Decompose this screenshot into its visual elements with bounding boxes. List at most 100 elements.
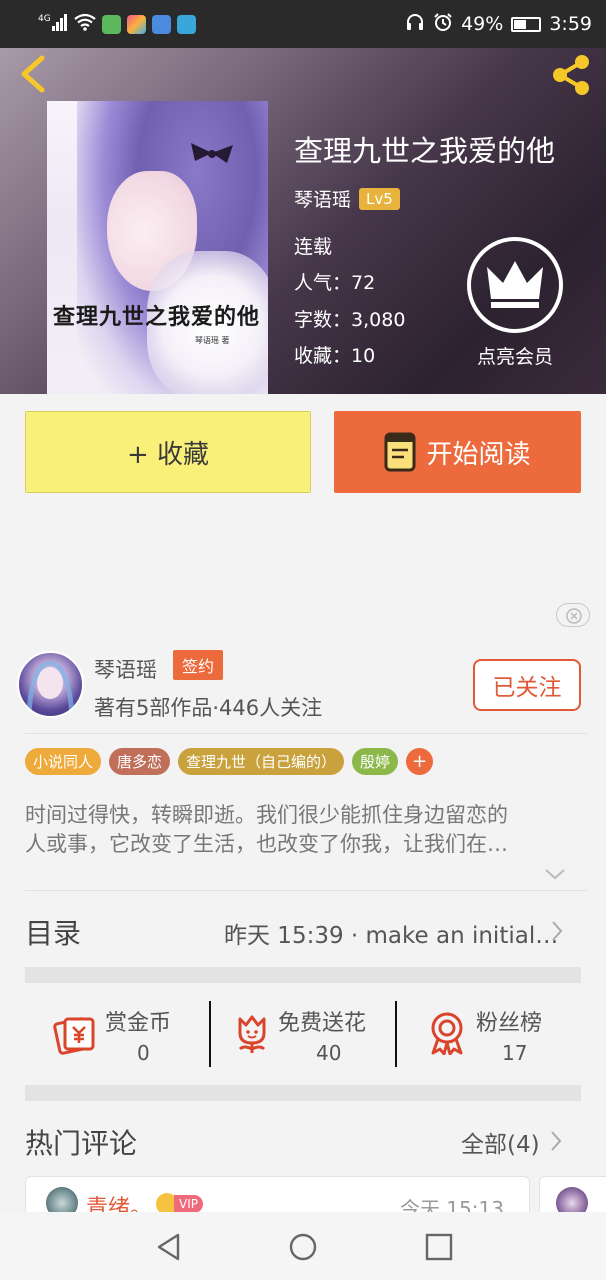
- catalog-label[interactable]: 目录: [25, 912, 81, 952]
- avatar-art: [26, 660, 75, 716]
- circle-home-icon: [289, 1233, 317, 1261]
- word-count-label: 字数：: [294, 309, 352, 331]
- vip-label[interactable]: 点亮会员: [470, 342, 560, 369]
- tag-item[interactable]: 殷婷: [352, 748, 399, 775]
- app-icon: [127, 14, 146, 34]
- nav-home-button[interactable]: [288, 1232, 318, 1262]
- divider: [25, 890, 587, 891]
- chevron-left-icon: [21, 55, 45, 93]
- status-right: 49% 3:59: [405, 12, 592, 37]
- nav-recents-button[interactable]: [424, 1232, 454, 1262]
- author-stats: 著有5部作品·446人关注: [94, 696, 323, 720]
- cover-subtitle: 琴语瑶 著: [195, 336, 230, 345]
- favorites-row: 收藏：10: [294, 341, 375, 368]
- section-separator: [25, 967, 581, 983]
- share-icon: [553, 55, 589, 95]
- author-row: 琴语瑶 Lv5: [294, 185, 400, 212]
- book-cover[interactable]: 查理九世之我爱的他 琴语瑶 著: [47, 101, 268, 394]
- battery-icon: [511, 16, 542, 32]
- book-header: 查理九世之我爱的他 琴语瑶 著 查理九世之我爱的他 琴语瑶 Lv5 连载 人气：…: [0, 48, 606, 394]
- all-comments-arrow[interactable]: [549, 1130, 563, 1152]
- stat-value: 40: [316, 1041, 342, 1065]
- app-icon: [102, 14, 121, 34]
- battery-level: [514, 19, 527, 29]
- reward-coins-button[interactable]: 赏金币 0: [53, 1003, 203, 1067]
- network-type: 4G: [38, 14, 51, 24]
- square-recents-icon: [425, 1233, 453, 1261]
- level-badge: Lv5: [359, 187, 400, 210]
- back-button[interactable]: [16, 54, 50, 94]
- stat-label: 免费送花: [278, 1011, 367, 1036]
- app-icon: [152, 14, 171, 34]
- fan-ranking-button[interactable]: 粉丝榜 17: [427, 1003, 567, 1067]
- popularity-row: 人气：72: [294, 268, 375, 295]
- stat-separator: [209, 1001, 211, 1067]
- add-favorite-button[interactable]: + 收藏: [25, 411, 311, 493]
- wifi-icon: [74, 13, 96, 36]
- flower-icon: [238, 1015, 266, 1053]
- add-favorite-label: + 收藏: [126, 439, 210, 470]
- book-icon: [384, 432, 416, 472]
- section-separator: [25, 1085, 581, 1101]
- synopsis-line: 时间过得快，转瞬即逝。我们很少能抓住身边留恋的: [25, 803, 508, 827]
- add-tag-button[interactable]: +: [406, 748, 434, 775]
- all-comments-link[interactable]: 全部(4): [461, 1125, 540, 1159]
- system-nav-bar: [0, 1212, 606, 1280]
- synopsis-line: 人或事，它改变了生活，也改变了你我，让我们在…: [25, 832, 508, 856]
- vip-button[interactable]: [467, 237, 563, 333]
- medal-icon: [431, 1012, 463, 1055]
- start-reading-button[interactable]: 开始阅读: [334, 411, 581, 493]
- book-status: 连载: [294, 236, 333, 258]
- tag-list: 小说同人 唐多恋 查理九世（自己编的） 殷婷 +: [25, 748, 434, 775]
- favorites-value: 10: [351, 345, 376, 367]
- stat-value: 0: [137, 1041, 150, 1065]
- author-avatar[interactable]: [17, 651, 84, 718]
- signal-icon: 4G: [38, 12, 68, 37]
- signed-badge: 签约: [173, 650, 223, 680]
- cover-title: 查理九世之我爱的他: [53, 304, 261, 330]
- author-name[interactable]: 琴语瑶: [294, 185, 351, 212]
- chevron-right-icon: [551, 1131, 562, 1151]
- popularity-label: 人气：: [294, 272, 352, 294]
- share-button[interactable]: [548, 52, 594, 98]
- close-icon: [566, 608, 582, 624]
- crown-icon: [487, 261, 543, 308]
- chevron-down-icon: [545, 869, 565, 880]
- stat-label: 赏金币: [105, 1011, 172, 1036]
- alarm-icon: [433, 12, 453, 37]
- coin-icon: [53, 1017, 95, 1055]
- ribbon-icon: [191, 143, 233, 163]
- word-count-row: 字数：3,080: [294, 305, 405, 332]
- stat-separator: [395, 1001, 397, 1067]
- vip-badge-text: VIP: [174, 1195, 203, 1213]
- nav-back-button[interactable]: [154, 1232, 184, 1262]
- favorites-label: 收藏：: [294, 345, 352, 367]
- triangle-back-icon: [157, 1233, 180, 1261]
- tag-item[interactable]: 唐多恋: [109, 748, 171, 775]
- word-count-value: 3,080: [351, 309, 406, 331]
- start-reading-label: 开始阅读: [426, 439, 531, 470]
- stat-label: 粉丝榜: [476, 1011, 543, 1036]
- latest-chapter[interactable]: 昨天 15:39 · make an initial…: [224, 916, 558, 950]
- send-flower-button[interactable]: 免费送花 40: [230, 1003, 390, 1067]
- catalog-arrow[interactable]: [550, 920, 564, 942]
- status-bar: 4G 49% 3:59: [0, 0, 606, 48]
- synopsis[interactable]: 时间过得快，转瞬即逝。我们很少能抓住身边留恋的 人或事，它改变了生活，也改变了你…: [25, 801, 580, 859]
- close-ad-button[interactable]: [556, 603, 590, 627]
- headset-icon: [405, 12, 425, 37]
- status-left: 4G: [38, 12, 196, 37]
- expand-synopsis-button[interactable]: [544, 866, 566, 880]
- app-icon: [177, 14, 196, 34]
- clock: 3:59: [549, 13, 592, 35]
- chevron-right-icon: [552, 921, 563, 941]
- stat-value: 17: [502, 1041, 528, 1065]
- tag-item[interactable]: 查理九世（自己编的）: [178, 748, 345, 775]
- divider: [25, 733, 587, 734]
- author-card-name[interactable]: 琴语瑶: [94, 654, 157, 684]
- tag-item[interactable]: 小说同人: [25, 748, 102, 775]
- battery-percent: 49%: [461, 13, 504, 35]
- popularity-value: 72: [351, 272, 376, 294]
- hot-comments-title: 热门评论: [25, 1127, 138, 1160]
- follow-button[interactable]: 已关注: [473, 659, 581, 711]
- book-title: 查理九世之我爱的他: [294, 134, 556, 168]
